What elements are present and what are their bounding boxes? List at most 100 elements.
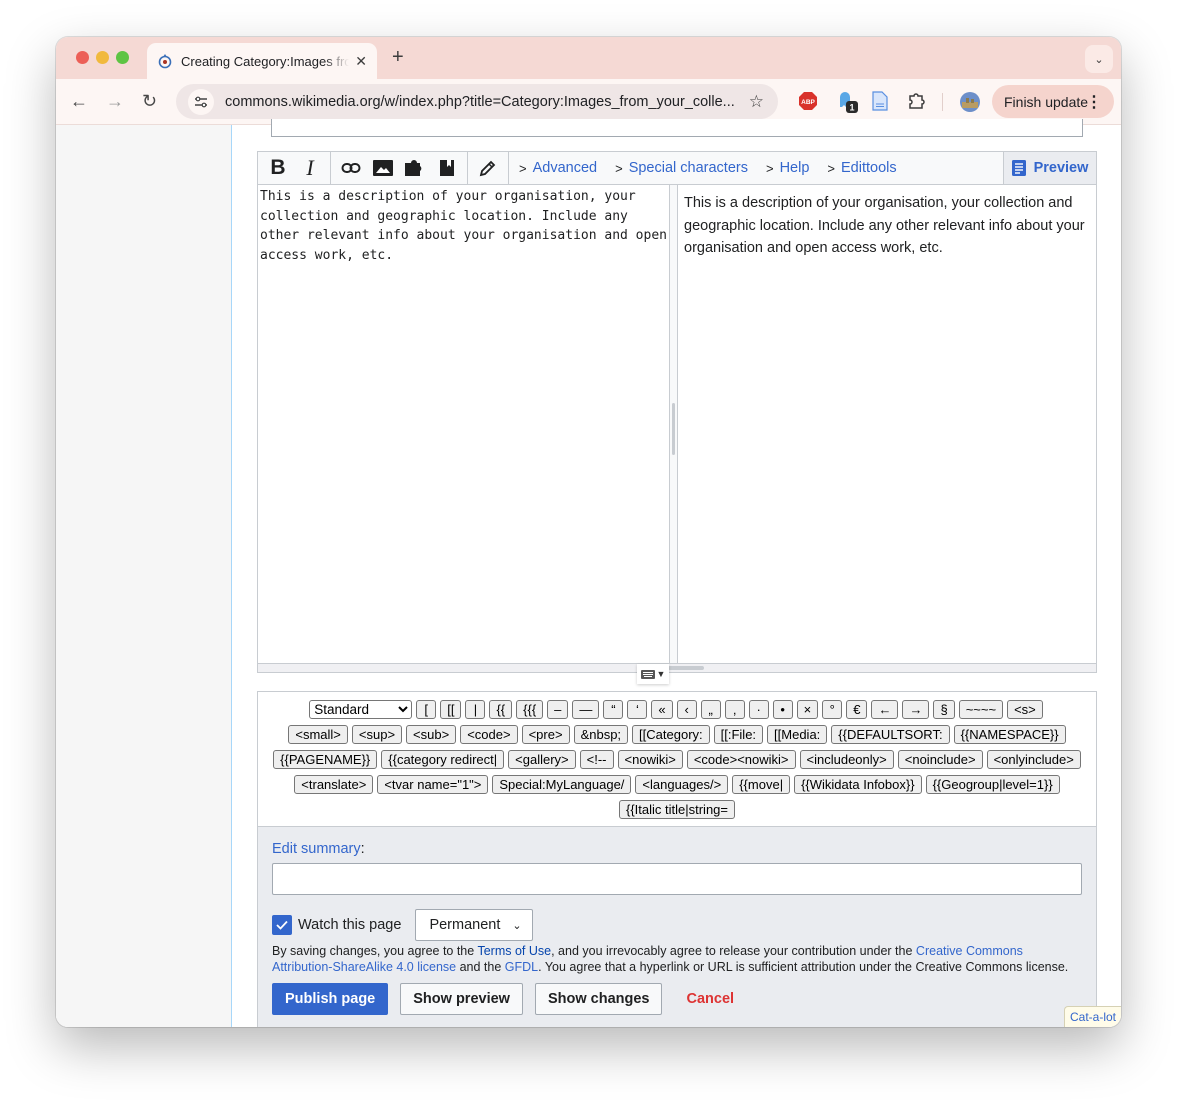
edittools-insert-button[interactable]: [[Media: <box>767 725 828 745</box>
edittools-insert-button[interactable]: {{move| <box>732 775 791 795</box>
edittools-insert-button[interactable]: × <box>796 700 819 720</box>
edittools-insert-button[interactable]: ‘ <box>627 700 648 720</box>
back-button[interactable]: ← <box>70 91 88 111</box>
edittools-insert-button[interactable]: {{ <box>489 700 513 720</box>
edittools-insert-button[interactable]: ‚ <box>724 700 745 720</box>
edittools-insert-button[interactable]: {{Geogroup|level=1}} <box>925 775 1060 795</box>
edittools-insert-button[interactable]: <sup> <box>351 725 403 745</box>
split-resize-handle[interactable] <box>669 185 678 672</box>
edittools-set-select[interactable]: Standard <box>309 700 413 720</box>
edittools-insert-button[interactable]: [[Category: <box>632 725 710 745</box>
edittools-insert-button[interactable]: € <box>846 700 868 720</box>
edittools-insert-button[interactable]: « <box>651 700 673 720</box>
show-changes-button[interactable]: Show changes <box>534 983 663 1015</box>
tab-help[interactable]: > Help <box>756 152 817 184</box>
edittools-insert-button[interactable]: [[:File: <box>713 725 764 745</box>
edittools-insert-button[interactable]: <includeonly> <box>799 750 894 770</box>
publish-page-button[interactable]: Publish page <box>272 983 389 1015</box>
edittools-insert-button[interactable]: <code> <box>460 725 518 745</box>
document-extension-icon[interactable] <box>872 91 888 116</box>
edittools-insert-button[interactable]: <small> <box>288 725 348 745</box>
close-window-button[interactable] <box>76 51 89 64</box>
tab-search-button[interactable]: ⌄ <box>1085 45 1113 73</box>
edittools-insert-button[interactable]: [ <box>416 700 437 720</box>
edittools-insert-button[interactable]: ~~~~ <box>958 700 1004 720</box>
edittools-insert-button[interactable]: [[ <box>440 700 462 720</box>
edittools-insert-button[interactable]: {{DEFAULTSORT: <box>831 725 950 745</box>
tab-advanced[interactable]: > Advanced <box>509 152 605 184</box>
maximize-window-button[interactable] <box>116 51 129 64</box>
bold-button[interactable]: B <box>262 152 294 184</box>
edittools-insert-button[interactable]: <pre> <box>521 725 570 745</box>
edittools-insert-button[interactable]: <code><nowiki> <box>686 750 796 770</box>
edittools-insert-button[interactable]: {{PAGENAME}} <box>273 750 378 770</box>
edittools-insert-button[interactable]: {{NAMESPACE}} <box>953 725 1066 745</box>
reference-button[interactable] <box>431 152 463 184</box>
input-method-button[interactable]: ▼ <box>637 664 669 684</box>
vertical-resize-bar[interactable] <box>258 663 1096 672</box>
link-button[interactable] <box>335 152 367 184</box>
italic-button[interactable]: I <box>294 152 326 184</box>
gfdl-link[interactable]: GFDL <box>505 960 538 974</box>
edittools-insert-button[interactable]: Special:MyLanguage/ <box>492 775 632 795</box>
minimize-window-button[interactable] <box>96 51 109 64</box>
tab-edittools[interactable]: > Edittools <box>817 152 904 184</box>
edittools-insert-button[interactable]: · <box>748 700 769 720</box>
edittools-insert-button[interactable]: {{Italic title|string= <box>618 800 735 820</box>
edittools-insert-button[interactable]: “ <box>603 700 624 720</box>
extensions-puzzle-icon[interactable] <box>907 91 927 116</box>
browser-menu-icon[interactable]: ⋮ <box>1086 92 1102 112</box>
signature-button[interactable] <box>472 152 504 184</box>
terms-of-use-link[interactable]: Terms of Use <box>477 944 551 958</box>
tab-special-characters[interactable]: > Special characters <box>605 152 756 184</box>
edittools-insert-button[interactable]: {{{ <box>516 700 544 720</box>
new-tab-button[interactable]: + <box>392 46 404 69</box>
edittools-insert-button[interactable]: ° <box>822 700 843 720</box>
edit-summary-input[interactable] <box>272 863 1082 895</box>
edittools-insert-button[interactable]: ‹ <box>676 700 697 720</box>
edittools-insert-button[interactable]: &nbsp; <box>573 725 629 745</box>
template-button[interactable] <box>399 152 431 184</box>
edittools-insert-button[interactable]: {{Wikidata Infobox}} <box>794 775 922 795</box>
edittools-insert-button[interactable]: § <box>933 700 955 720</box>
forward-button[interactable]: → <box>106 91 124 111</box>
adblock-plus-icon[interactable]: ABP <box>798 91 818 116</box>
edittools-insert-button[interactable]: | <box>465 700 486 720</box>
wikitext-textarea[interactable] <box>258 185 669 672</box>
edittools-insert-button[interactable]: → <box>902 700 930 720</box>
edittools-insert-button[interactable]: — <box>572 700 600 720</box>
title-input-partial[interactable] <box>271 119 1083 137</box>
edittools-insert-button[interactable]: <onlyinclude> <box>986 750 1081 770</box>
edittools-insert-button[interactable]: <languages/> <box>635 775 729 795</box>
edittools-insert-button[interactable]: <noinclude> <box>897 750 983 770</box>
edittools-insert-button[interactable]: <sub> <box>406 725 457 745</box>
close-tab-icon[interactable]: ✕ <box>355 53 367 70</box>
edit-summary-link[interactable]: Edit summary <box>272 841 361 857</box>
edittools-insert-button[interactable]: <gallery> <box>508 750 576 770</box>
edittools-insert-button[interactable]: – <box>547 700 569 720</box>
edittools-insert-button[interactable]: <s> <box>1007 700 1043 720</box>
edittools-insert-button[interactable]: ← <box>871 700 899 720</box>
reload-button[interactable]: ↻ <box>142 91 157 111</box>
edittools-insert-button[interactable]: {{category redirect| <box>381 750 505 770</box>
cancel-link[interactable]: Cancel <box>686 991 734 1007</box>
edittools-insert-button[interactable]: <nowiki> <box>617 750 683 770</box>
edittools-insert-button[interactable]: <tvar name="1"> <box>377 775 489 795</box>
cat-a-lot-button[interactable]: Cat-a-lot <box>1063 1006 1121 1027</box>
preview-toggle-button[interactable]: Preview <box>1003 152 1096 184</box>
edittools-insert-button[interactable]: <translate> <box>294 775 374 795</box>
edittools-insert-button[interactable]: „ <box>700 700 721 720</box>
browser-tab-active[interactable]: Creating Category:Images from your colle… <box>147 43 377 79</box>
address-bar[interactable]: commons.wikimedia.org/w/index.php?title=… <box>176 84 778 119</box>
ghostery-icon[interactable]: 1 <box>836 89 860 118</box>
edittools-insert-button[interactable]: <!-- <box>579 750 614 770</box>
profile-avatar[interactable] <box>959 91 981 118</box>
site-info-icon[interactable] <box>188 88 214 115</box>
show-preview-button[interactable]: Show preview <box>400 983 523 1015</box>
watch-checkbox[interactable] <box>272 915 292 935</box>
finish-update-button[interactable]: Finish update ⋮ <box>992 85 1114 118</box>
edittools-insert-button[interactable]: • <box>772 700 793 720</box>
bookmark-star-icon[interactable]: ☆ <box>749 92 764 112</box>
image-button[interactable] <box>367 152 399 184</box>
watch-period-dropdown[interactable]: Permanent ⌄ <box>415 909 534 941</box>
